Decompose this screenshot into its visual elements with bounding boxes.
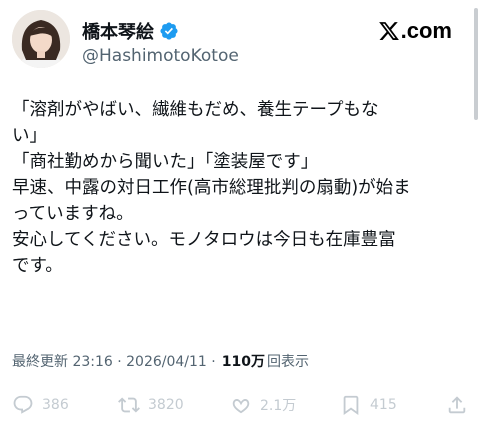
views-count: 110万 [221,354,265,370]
share-button[interactable] [446,394,468,416]
tweet-line: 早速、中露の対日工作(高市総理批判の扇動)が始ま [12,178,411,198]
views-label: 回表示 [266,354,309,370]
scrollbar[interactable] [474,8,478,120]
avatar[interactable] [12,10,70,68]
tweet-header: 橋本琴絵 @HashimotoKotoe .com [12,8,468,72]
repost-icon [118,397,140,413]
like-button[interactable]: 2.1万 [230,394,296,416]
bookmark-button[interactable]: 415 [340,394,397,416]
action-bar: 386 3820 2.1万 415 [12,392,472,418]
bookmark-icon [343,395,359,416]
repost-count: 3820 [148,397,184,413]
display-name[interactable]: 橋本琴絵 [82,18,154,44]
tweet-line: です。 [12,256,63,276]
tweet-text: 「溶剤がやばい、繊維もだめ、養生テープもな い」 「商社勤めから聞いた」「塗装屋… [12,97,468,279]
tweet-meta: 最終更新 23:16 · 2026/04/11 · 110万 回表示 [12,351,309,371]
handle[interactable]: @HashimotoKotoe [82,46,239,66]
tweet-line: い」 [12,126,47,146]
repost-button[interactable]: 3820 [118,394,184,416]
bookmark-count: 415 [370,397,397,413]
reply-button[interactable]: 386 [12,394,69,416]
tweet-line: 「溶剤がやばい、繊維もだめ、養生テープもな [12,100,379,120]
verified-badge-icon [160,22,178,40]
name-row: 橋本琴絵 [82,18,179,44]
brand-label: .com [400,18,452,43]
like-icon [232,399,250,414]
reply-count: 386 [42,397,69,413]
avatar-image [12,10,70,68]
x-brand[interactable]: .com [378,18,452,44]
tweet-line: 「商社勤めから聞いた」「塗装屋です」 [12,152,319,172]
tweet-line: 安心してください。モノタロウは今日も在庫豊富 [12,230,396,250]
share-icon [448,396,466,414]
reply-icon [13,395,33,414]
x-logo-icon [378,22,399,40]
like-count: 2.1万 [260,398,297,414]
tweet-line: っていますね。 [12,204,134,224]
timestamp[interactable]: 最終更新 23:16 · 2026/04/11 · [12,351,216,371]
